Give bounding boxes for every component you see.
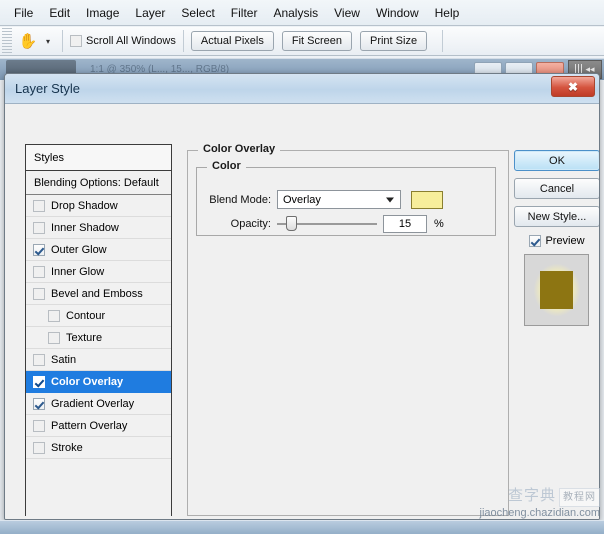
style-item-label: Bevel and Emboss	[51, 287, 143, 300]
menu-item-image[interactable]: Image	[78, 3, 127, 23]
preview-label: Preview	[545, 235, 585, 247]
style-item-label: Inner Glow	[51, 265, 105, 278]
style-item-label: Drop Shadow	[51, 199, 118, 212]
style-item-inner-shadow[interactable]: Inner Shadow	[26, 217, 171, 239]
style-item-bevel-and-emboss[interactable]: Bevel and Emboss	[26, 283, 171, 305]
style-item-contour[interactable]: Contour	[26, 305, 171, 327]
ok-button[interactable]: OK	[514, 150, 599, 171]
style-item-drop-shadow[interactable]: Drop Shadow	[26, 195, 171, 217]
color-subgroup-title: Color	[207, 160, 246, 172]
checkbox-box-icon[interactable]	[33, 199, 45, 212]
overlay-color-swatch[interactable]	[411, 190, 443, 209]
styles-list-panel: Styles Blending Options: Default Drop Sh…	[25, 144, 172, 519]
blend-mode-select[interactable]: Overlay	[277, 190, 401, 209]
preview-glow	[533, 264, 580, 316]
checkbox-box-icon[interactable]	[33, 287, 45, 300]
dialog-body: Styles Blending Options: Default Drop Sh…	[5, 104, 599, 519]
print-size-button[interactable]: Print Size	[359, 31, 428, 51]
checkbox-checked-icon[interactable]	[529, 235, 542, 247]
style-item-label: Color Overlay	[51, 375, 124, 388]
color-subgroup: Color Blend Mode: Overlay Opacity: 15 %	[196, 160, 496, 236]
checkbox-checked-icon[interactable]	[33, 243, 45, 256]
chevron-down-icon	[386, 197, 394, 202]
checkbox-box-icon[interactable]	[33, 221, 45, 234]
menu-item-window[interactable]: Window	[368, 3, 427, 23]
blending-options-item[interactable]: Blending Options: Default	[26, 171, 171, 195]
style-item-label: Gradient Overlay	[51, 397, 135, 410]
dialog-titlebar[interactable]: Layer Style ✖	[5, 74, 599, 104]
blend-mode-row: Blend Mode: Overlay	[205, 190, 443, 209]
preview-checkbox[interactable]: Preview	[514, 235, 599, 247]
fit-screen-button[interactable]: Fit Screen	[281, 31, 352, 51]
menu-item-help[interactable]: Help	[427, 3, 468, 23]
style-item-pattern-overlay[interactable]: Pattern Overlay	[26, 415, 171, 437]
close-icon[interactable]: ✖	[551, 76, 595, 97]
style-item-color-overlay[interactable]: Color Overlay	[26, 371, 171, 393]
style-item-label: Texture	[66, 331, 103, 344]
options-bar-grip[interactable]	[2, 27, 12, 55]
blend-mode-label: Blend Mode:	[209, 193, 271, 206]
style-item-texture[interactable]: Texture	[26, 327, 171, 349]
checkbox-box-icon[interactable]	[33, 265, 45, 278]
opacity-label: Opacity:	[230, 218, 271, 230]
style-item-label: Pattern Overlay	[51, 419, 128, 432]
style-item-inner-glow[interactable]: Inner Glow	[26, 261, 171, 283]
options-separator-2	[182, 30, 184, 52]
checkbox-box-icon[interactable]	[33, 419, 45, 432]
scroll-all-windows-label: Scroll All Windows	[86, 35, 176, 47]
style-item-gradient-overlay[interactable]: Gradient Overlay	[26, 393, 171, 415]
menu-item-select[interactable]: Select	[173, 3, 222, 23]
styles-list-empty-area	[26, 459, 171, 519]
blend-mode-value: Overlay	[283, 193, 321, 206]
opacity-row: Opacity: 15 %	[205, 215, 444, 233]
window-bottom-edge	[0, 520, 604, 534]
checkbox-checked-icon[interactable]	[33, 375, 45, 388]
style-item-satin[interactable]: Satin	[26, 349, 171, 371]
checkbox-box-icon[interactable]	[33, 353, 45, 366]
preview-thumbnail	[524, 254, 589, 326]
menu-bar: File Edit Image Layer Select Filter Anal…	[0, 0, 604, 26]
style-item-outer-glow[interactable]: Outer Glow	[26, 239, 171, 261]
menu-item-edit[interactable]: Edit	[41, 3, 78, 23]
preview-square	[540, 271, 573, 309]
style-item-label: Outer Glow	[51, 243, 107, 256]
checkbox-box-icon[interactable]	[70, 35, 82, 47]
menu-item-analysis[interactable]: Analysis	[265, 3, 326, 23]
tool-preset-chevron-down-icon[interactable]: ▾	[41, 29, 55, 53]
options-separator-1	[62, 30, 63, 52]
menu-item-view[interactable]: View	[326, 3, 368, 23]
scroll-all-windows-checkbox[interactable]: Scroll All Windows	[70, 35, 176, 47]
menu-item-filter[interactable]: Filter	[223, 3, 266, 23]
style-item-label: Inner Shadow	[51, 221, 119, 234]
opacity-slider[interactable]	[277, 216, 377, 231]
options-separator-3	[442, 30, 444, 52]
cancel-button[interactable]: Cancel	[514, 178, 599, 199]
checkbox-box-icon[interactable]	[33, 441, 45, 454]
style-item-label: Contour	[66, 309, 106, 322]
options-bar: ✋ ▾ Scroll All Windows Actual Pixels Fit…	[0, 27, 604, 56]
photoshop-window: File Edit Image Layer Select Filter Anal…	[0, 0, 604, 534]
style-item-label: Stroke	[51, 441, 83, 454]
dialog-title: Layer Style	[15, 81, 81, 96]
style-item-stroke[interactable]: Stroke	[26, 437, 171, 459]
actual-pixels-button[interactable]: Actual Pixels	[190, 31, 274, 51]
new-style-button[interactable]: New Style...	[514, 206, 599, 227]
checkbox-checked-icon[interactable]	[33, 397, 45, 410]
menu-item-file[interactable]: File	[6, 3, 41, 23]
styles-list-header: Styles	[26, 145, 171, 171]
color-overlay-group-title: Color Overlay	[198, 143, 281, 155]
checkbox-box-icon[interactable]	[48, 309, 60, 322]
checkbox-box-icon[interactable]	[48, 331, 60, 344]
layer-style-dialog: Layer Style ✖ Styles Blending Options: D…	[4, 73, 600, 520]
opacity-unit: %	[434, 218, 444, 230]
style-item-label: Satin	[51, 353, 77, 366]
menu-item-layer[interactable]: Layer	[127, 3, 173, 23]
hand-tool-icon[interactable]: ✋	[15, 29, 41, 53]
opacity-slider-thumb[interactable]	[286, 216, 298, 231]
color-overlay-group: Color Overlay Color Blend Mode: Overlay	[187, 143, 509, 516]
opacity-input[interactable]: 15	[383, 215, 427, 233]
